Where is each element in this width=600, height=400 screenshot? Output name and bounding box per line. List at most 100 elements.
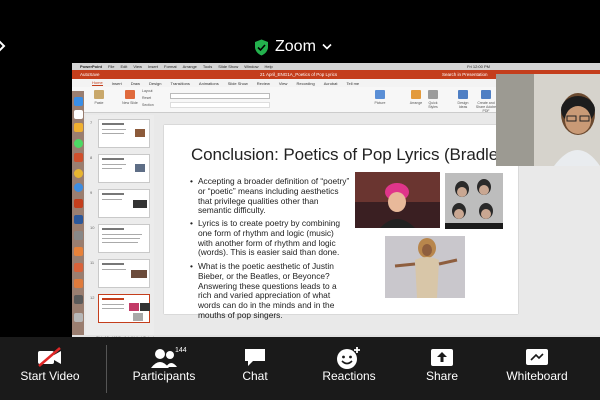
mac-clock: Fri 12:00 PM <box>467 64 490 69</box>
start-video-label: Start Video <box>20 369 80 383</box>
reactions-label: Reactions <box>322 369 376 383</box>
beatles-photo <box>445 173 503 229</box>
chevron-down-icon <box>322 43 332 50</box>
ribbon-tab: Acrobat <box>323 80 338 86</box>
slide-number: 12 <box>90 295 95 300</box>
pdf-icon <box>481 90 491 99</box>
arrange-icon <box>411 90 421 99</box>
layout-button: Layout <box>142 89 164 93</box>
design-ideas-button: Design Ideas <box>454 90 472 109</box>
whiteboard-label: Whiteboard <box>506 369 568 383</box>
mac-menu-item: Tools <box>202 64 213 69</box>
bullet-text: Accepting a broader definition of “poetr… <box>197 176 350 216</box>
slide-number: 8 <box>90 155 93 160</box>
ribbon-tab: Transitions <box>170 80 190 86</box>
ribbon-tab: View <box>278 80 288 86</box>
thumbnail-text <box>102 234 142 235</box>
safari-icon <box>74 183 83 192</box>
ribbon-tab: Draw <box>130 80 141 86</box>
share-screen-icon <box>431 349 453 366</box>
ribbon-tab: Home <box>92 80 103 86</box>
chat-button[interactable]: Chat <box>225 337 285 400</box>
beyonce-photo <box>385 236 465 298</box>
calendar-icon <box>74 110 83 119</box>
thumbnail-text <box>102 193 124 195</box>
meeting-title-button[interactable]: Zoom <box>254 36 332 58</box>
section-button: Section <box>142 103 164 107</box>
slide-number: 7 <box>90 120 93 125</box>
paste-icon <box>94 90 104 99</box>
ribbon-label: Quick Styles <box>428 101 438 109</box>
app-icon <box>74 295 83 304</box>
chrome-icon <box>74 169 83 178</box>
mac-menu-bar: PowerPoint File Edit View Insert Format … <box>72 63 600 70</box>
mac-menu-item: View <box>133 64 142 69</box>
mac-menu-item: File <box>108 64 115 69</box>
app-icon <box>74 247 83 256</box>
slide-thumbnail: 8 <box>90 154 150 183</box>
ribbon-tab: Tell me <box>346 80 360 86</box>
whiteboard-button[interactable]: Whiteboard <box>502 337 572 400</box>
ribbon-label: Section <box>142 103 154 107</box>
toolbar-divider <box>106 345 107 393</box>
slide-thumbnail: 11 <box>90 259 150 288</box>
share-button[interactable]: Share <box>412 337 472 400</box>
encryption-shield-icon <box>255 39 268 55</box>
thumbnail-image <box>129 303 139 311</box>
ribbon-label: Layout <box>142 89 153 93</box>
slide-bullet: • What is the poetic aesthetic of Justin… <box>190 261 350 321</box>
slide-thumbnails: 7 8 9 10 11 12 <box>86 115 154 335</box>
thumbnail-text <box>102 168 122 169</box>
participants-count-badge: 144 <box>175 347 187 354</box>
quick-styles-button: Quick Styles <box>424 90 442 109</box>
slide-number: 11 <box>90 260 95 265</box>
smiley-plus-icon <box>337 347 360 369</box>
ribbon-label: Create and Share Adobe PDF <box>475 101 497 113</box>
participants-button[interactable]: 144 Participants <box>124 337 204 400</box>
chat-label: Chat <box>242 369 268 383</box>
collapse-icon[interactable] <box>0 38 6 54</box>
participants-label: Participants <box>132 369 196 383</box>
thumbnail-text <box>102 123 124 125</box>
thumbnail-text <box>102 263 124 265</box>
ribbon-label: New Slide <box>122 101 138 105</box>
mac-menu-item: Slide Show <box>218 64 239 69</box>
chat-bubble-icon <box>245 349 265 366</box>
ribbon-tab: Animations <box>198 80 219 86</box>
justin-bieber-photo <box>355 172 440 228</box>
ribbon-label: Picture <box>374 101 386 105</box>
zoom-meeting-window: Zoom PowerPoint File Edit View Insert Fo… <box>0 0 600 400</box>
word-icon <box>74 215 83 224</box>
font-format-row <box>170 102 270 108</box>
ribbon-label: Paste <box>94 101 104 105</box>
mac-menu-item: Window <box>244 64 259 69</box>
slide-number: 9 <box>90 190 93 195</box>
app-icon <box>74 263 83 272</box>
thumbnail-image <box>133 313 143 321</box>
thumbnail-text <box>102 133 124 134</box>
new-slide-icon <box>125 90 135 99</box>
thumbnail-text <box>102 199 122 200</box>
mac-menu-item: Format <box>164 64 177 69</box>
mac-dock <box>72 91 84 341</box>
start-video-button[interactable]: Start Video <box>10 337 90 400</box>
ribbon-label: Reset <box>142 96 152 100</box>
settings-icon <box>74 231 83 240</box>
quick-styles-icon <box>428 90 438 99</box>
mac-menu-item: Insert <box>147 64 158 69</box>
arrange-button: Arrange <box>407 90 425 105</box>
slide-thumbnail: 7 <box>90 119 150 148</box>
slide-thumbnail: 10 <box>90 224 150 253</box>
trash-icon <box>74 313 83 322</box>
ribbon-tab: Review <box>256 80 270 86</box>
ribbon-tab: Recording <box>296 80 315 86</box>
participant-video-tile[interactable] <box>496 74 600 166</box>
thumbnail-text <box>102 238 140 239</box>
reactions-button[interactable]: Reactions <box>318 337 380 400</box>
mac-menu-item: Arrange <box>182 64 197 69</box>
ribbon-label: Design Ideas <box>457 101 469 109</box>
design-ideas-icon <box>458 90 468 99</box>
thumbnail-text <box>102 308 124 309</box>
ribbon-label: Arrange <box>409 101 423 105</box>
mac-menu-item: PowerPoint <box>80 64 103 69</box>
